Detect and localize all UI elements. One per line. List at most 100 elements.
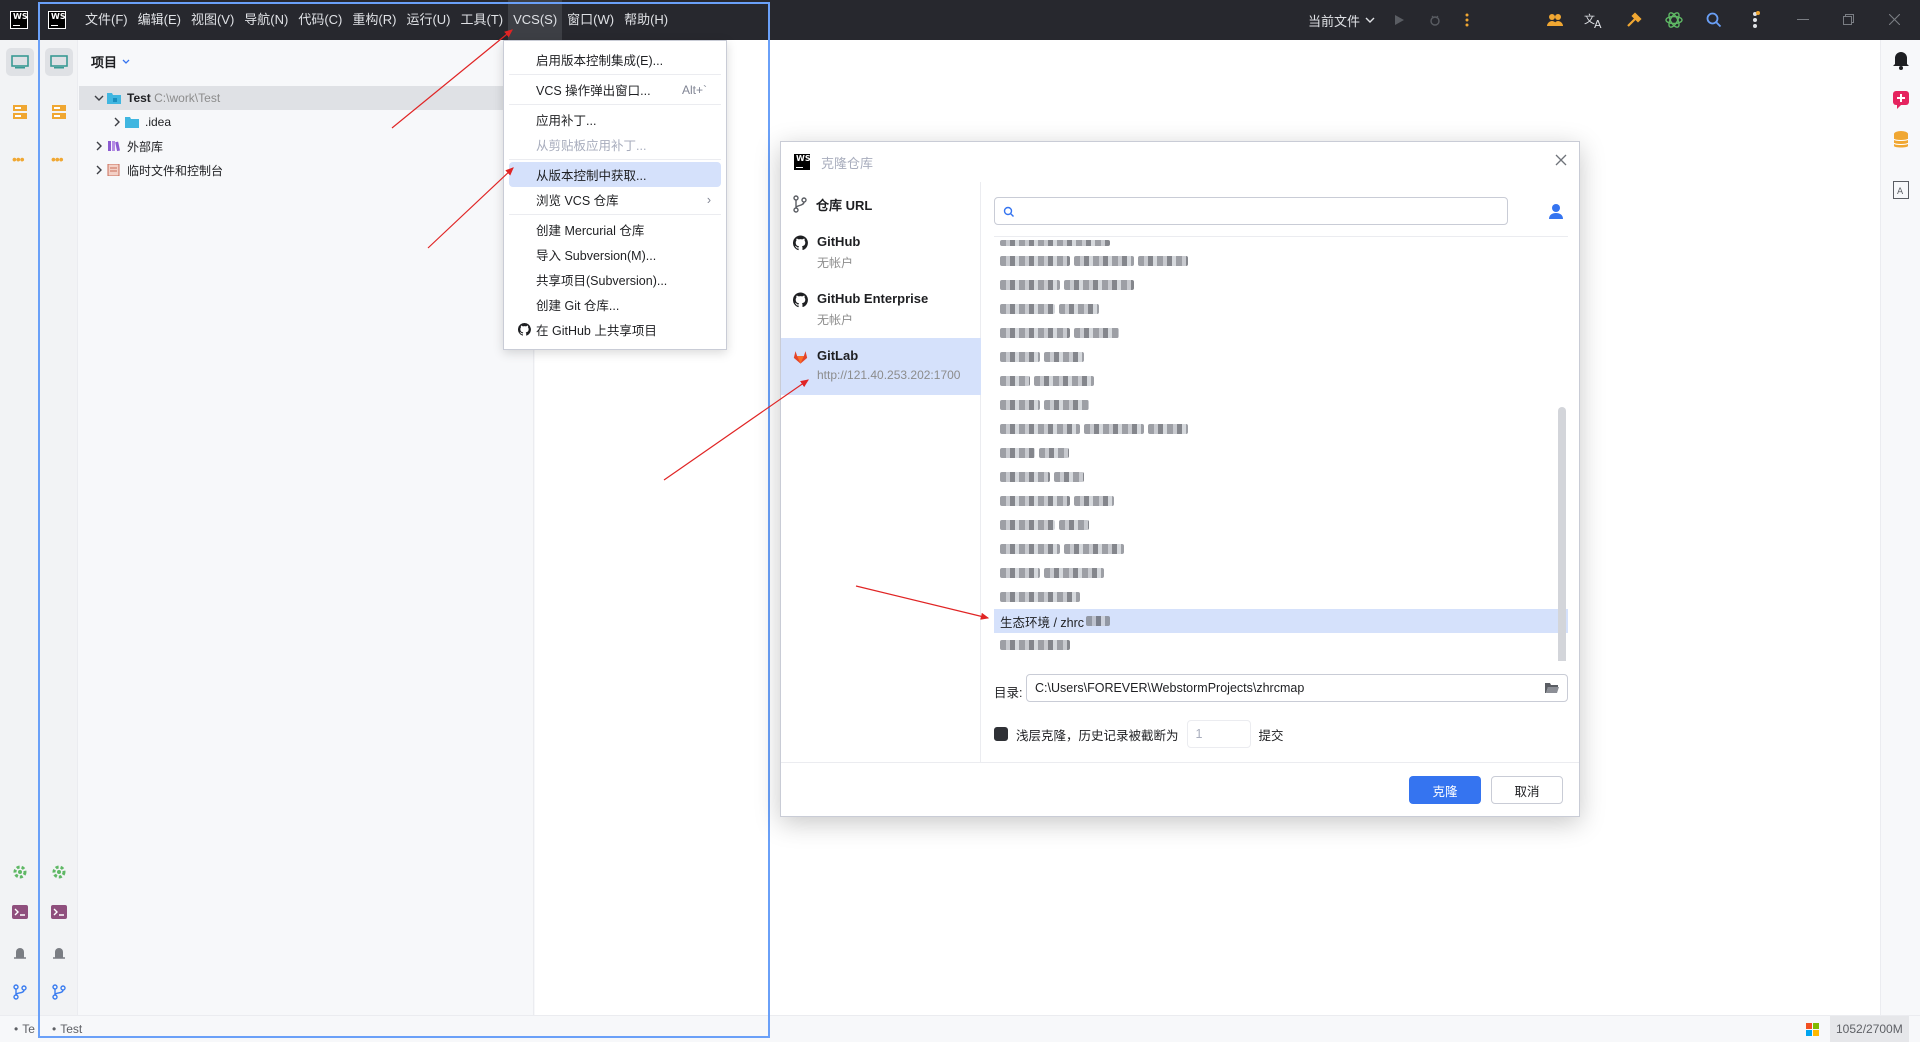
provider-gitlab[interactable]: GitLab http://121.40.253.202:1700 <box>781 338 981 395</box>
list-item[interactable] <box>994 321 1568 345</box>
restore-icon[interactable] <box>1843 14 1854 25</box>
tree-node-idea[interactable]: .idea <box>79 110 534 134</box>
settings-more-icon[interactable] <box>1750 10 1760 30</box>
list-item[interactable] <box>994 489 1568 513</box>
project-view-icon[interactable] <box>6 48 34 76</box>
provider-repo-url[interactable]: 仓库 URL <box>781 182 981 224</box>
folder-open-icon[interactable] <box>1545 682 1559 694</box>
close-icon[interactable] <box>1555 154 1567 166</box>
list-item[interactable] <box>994 273 1568 297</box>
webstorm-main-menu-icon[interactable]: WS <box>48 11 66 29</box>
list-item[interactable] <box>994 393 1568 417</box>
list-item[interactable] <box>994 237 1568 249</box>
vcs-menu-apply-patch[interactable]: 应用补丁... <box>509 107 721 132</box>
more-actions-icon[interactable] <box>1464 12 1470 28</box>
vcs-menu-create-mercurial[interactable]: 创建 Mercurial 仓库 <box>509 217 721 242</box>
menu-vcs[interactable]: VCS(S) <box>508 0 563 40</box>
npm-icon[interactable]: A <box>1893 181 1909 199</box>
list-item[interactable] <box>994 585 1568 609</box>
vcs-menu-operations-popup[interactable]: VCS 操作弹出窗口... Alt+` <box>509 77 721 102</box>
menu-view[interactable]: 视图(V) <box>186 0 239 40</box>
terminal-icon-2[interactable] <box>45 898 73 926</box>
list-item[interactable] <box>994 297 1568 321</box>
code-with-me-icon[interactable] <box>1546 11 1564 29</box>
menu-code[interactable]: 代码(C) <box>293 0 347 40</box>
menu-navigate[interactable]: 导航(N) <box>239 0 293 40</box>
terminal-icon[interactable] <box>6 898 34 926</box>
chevron-down-icon[interactable] <box>91 90 107 106</box>
vcs-menu-get-from-vcs[interactable]: 从版本控制中获取... <box>509 162 721 187</box>
tree-node-external-libraries[interactable]: 外部库 <box>79 134 534 158</box>
more-tool-windows-icon[interactable]: ••• <box>12 151 25 167</box>
tree-node-root[interactable]: Test C:\work\Test <box>79 86 534 110</box>
list-scrollbar[interactable] <box>1558 407 1566 661</box>
run-icon[interactable] <box>1393 14 1405 26</box>
problems-icon[interactable] <box>6 938 34 966</box>
ai-chat-icon[interactable] <box>1893 91 1909 109</box>
tools-icon[interactable] <box>1625 11 1643 29</box>
database-icon[interactable] <box>1893 131 1909 149</box>
list-item[interactable] <box>994 537 1568 561</box>
list-item-selected[interactable]: 生态环境 / zhrc <box>994 609 1568 633</box>
menu-file[interactable]: 文件(F) <box>80 0 133 40</box>
list-item[interactable] <box>994 441 1568 465</box>
account-icon[interactable] <box>1547 202 1565 220</box>
vcs-menu-import-svn[interactable]: 导入 Subversion(M)... <box>509 242 721 267</box>
list-item[interactable] <box>994 249 1568 273</box>
chevron-right-icon[interactable] <box>109 114 125 130</box>
cancel-button[interactable]: 取消 <box>1491 776 1563 804</box>
more-tool-windows-icon-2[interactable]: ••• <box>51 151 64 167</box>
vcs-menu-share-svn[interactable]: 共享项目(Subversion)... <box>509 267 721 292</box>
memory-indicator[interactable]: 1052/2700M <box>1830 1016 1909 1042</box>
menu-run[interactable]: 运行(U) <box>401 0 455 40</box>
vcs-menu-browse-repo[interactable]: 浏览 VCS 仓库 › <box>509 187 721 212</box>
project-view-icon-2[interactable] <box>45 48 73 76</box>
notifications-icon[interactable] <box>1892 50 1910 70</box>
dialog-title-bar[interactable]: WS 克隆仓库 <box>781 142 1579 182</box>
structure-icon-2[interactable] <box>45 98 73 126</box>
list-item[interactable] <box>994 513 1568 537</box>
search-everywhere-icon[interactable] <box>1706 12 1722 28</box>
git-icon-2[interactable] <box>45 978 73 1006</box>
vcs-menu-apply-patch-clipboard[interactable]: 从剪贴板应用补丁... <box>509 132 721 157</box>
shallow-depth-input[interactable]: 1 <box>1186 720 1251 748</box>
menu-edit[interactable]: 编辑(E) <box>133 0 186 40</box>
breadcrumb-partial[interactable]: • Te <box>14 1022 35 1036</box>
tree-node-scratches[interactable]: 临时文件和控制台 <box>79 158 534 182</box>
close-window-icon[interactable] <box>1889 14 1900 25</box>
clone-button[interactable]: 克隆 <box>1409 776 1481 804</box>
services-icon-2[interactable] <box>45 858 73 886</box>
services-icon[interactable] <box>6 858 34 886</box>
list-item[interactable] <box>994 345 1568 369</box>
git-icon[interactable] <box>6 978 34 1006</box>
menu-tools[interactable]: 工具(T) <box>455 0 508 40</box>
menu-refactor[interactable]: 重构(R) <box>347 0 401 40</box>
menu-window[interactable]: 窗口(W) <box>562 0 619 40</box>
menu-help[interactable]: 帮助(H) <box>619 0 673 40</box>
vcs-menu-create-git[interactable]: 创建 Git 仓库... <box>509 292 721 317</box>
shallow-clone-checkbox[interactable] <box>994 727 1008 741</box>
list-item[interactable] <box>994 465 1568 489</box>
debug-icon[interactable] <box>1428 13 1442 27</box>
problems-icon-2[interactable] <box>45 938 73 966</box>
vcs-menu-enable-integration[interactable]: 启用版本控制集成(E)... <box>509 47 721 72</box>
project-view-header[interactable]: 项目 <box>91 52 131 71</box>
chevron-right-icon[interactable] <box>91 138 107 154</box>
translate-icon[interactable]: 文A <box>1584 11 1604 29</box>
provider-github-enterprise[interactable]: GitHub Enterprise 无帐户 <box>781 281 981 338</box>
provider-github[interactable]: GitHub 无帐户 <box>781 224 981 281</box>
directory-input[interactable]: C:\Users\FOREVER\WebstormProjects\zhrcma… <box>1026 674 1568 702</box>
minimize-icon[interactable] <box>1797 19 1809 21</box>
chevron-right-icon[interactable] <box>91 162 107 178</box>
breadcrumb[interactable]: • Test <box>52 1022 82 1036</box>
structure-icon[interactable] <box>6 98 34 126</box>
list-item[interactable] <box>994 417 1568 441</box>
list-item[interactable] <box>994 633 1568 657</box>
run-config-selector[interactable]: 当前文件 <box>1308 0 1376 40</box>
list-item[interactable] <box>994 561 1568 585</box>
repository-list[interactable]: 生态环境 / zhrc <box>994 236 1568 661</box>
vcs-menu-share-github[interactable]: 在 GitHub 上共享项目 <box>509 317 721 342</box>
list-item[interactable] <box>994 369 1568 393</box>
repository-search-input[interactable] <box>994 197 1508 225</box>
ai-assistant-icon[interactable] <box>1664 10 1684 30</box>
